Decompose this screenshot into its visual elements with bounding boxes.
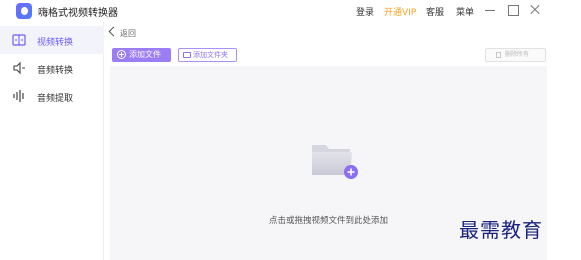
- menu-link[interactable]: 菜单: [456, 5, 474, 18]
- waveform-icon: [13, 90, 24, 102]
- sidebar-item-label: 音频转换: [37, 66, 74, 76]
- delete-all-label: 删除所有: [505, 51, 530, 58]
- login-link[interactable]: 登录: [356, 5, 374, 18]
- add-folder-button[interactable]: 添加文件夹: [178, 48, 237, 62]
- sidebar-item-video-convert[interactable]: 视频转换: [0, 26, 104, 54]
- maximize-icon[interactable]: [506, 3, 520, 17]
- sidebar-item-label: 视频转换: [37, 38, 74, 48]
- sidebar: 视频转换 音频转换 音频提取: [0, 22, 104, 260]
- back-label: 返回: [120, 29, 136, 38]
- app-title: 嗨格式视频转换器: [38, 8, 118, 19]
- add-folder-label: 添加文件夹: [193, 51, 228, 59]
- video-convert-icon: [12, 34, 26, 46]
- chevron-left-icon: [108, 26, 119, 37]
- sidebar-item-label: 音频提取: [37, 94, 74, 104]
- title-bar: 嗨格式视频转换器 登录 开通VIP 客服 菜单: [0, 0, 581, 22]
- app-logo-icon: [16, 3, 32, 19]
- folder-icon: [183, 52, 191, 58]
- folder-add-icon: [312, 145, 358, 179]
- delete-all-button[interactable]: 删除所有: [485, 48, 546, 62]
- close-icon[interactable]: [528, 3, 542, 17]
- speaker-icon: [13, 61, 25, 75]
- watermark-text: 最需教育: [459, 218, 543, 242]
- vip-link[interactable]: 开通VIP: [384, 5, 416, 18]
- add-file-label: 添加文件: [129, 50, 161, 59]
- trash-icon: [496, 52, 501, 58]
- sidebar-item-audio-convert[interactable]: 音频转换: [0, 54, 104, 82]
- plus-circle-icon: [117, 50, 126, 59]
- sidebar-item-audio-extract[interactable]: 音频提取: [0, 82, 104, 110]
- add-file-button[interactable]: 添加文件: [112, 48, 171, 62]
- minimize-icon[interactable]: [483, 3, 497, 17]
- service-link[interactable]: 客服: [426, 5, 444, 18]
